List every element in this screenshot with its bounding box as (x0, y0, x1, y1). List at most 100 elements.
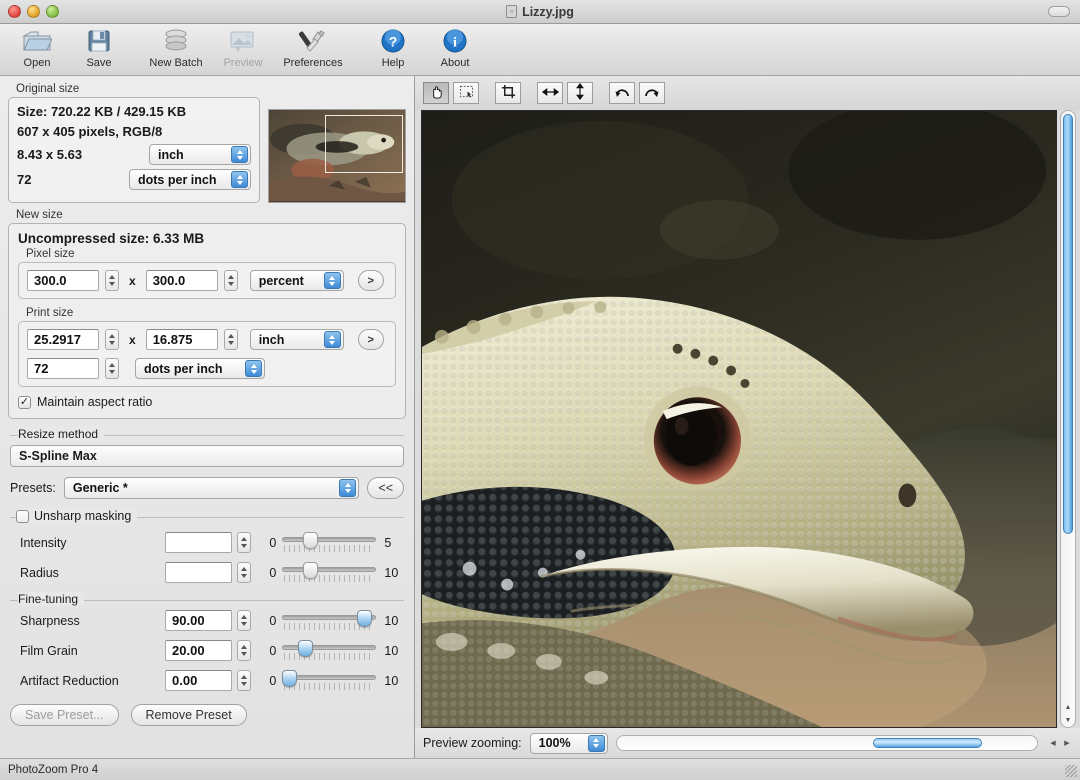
print-size-unit-select[interactable]: inch (250, 329, 344, 350)
film-grain-stepper[interactable] (237, 640, 251, 661)
rotate-right-tool-button[interactable] (639, 82, 665, 104)
original-resolution-unit-select[interactable]: dots per inch (129, 169, 251, 190)
slider-ticks (284, 545, 374, 552)
slider-track (282, 537, 376, 542)
preview-image-canvas[interactable] (421, 110, 1057, 728)
preview-horizontal-scrollbar[interactable] (616, 735, 1038, 751)
fit-height-tool-button[interactable] (567, 82, 593, 104)
print-height-stepper[interactable] (224, 329, 238, 350)
print-resolution-stepper[interactable] (105, 358, 119, 379)
slider-knob[interactable] (298, 640, 313, 657)
scroll-up-button[interactable]: ▲ (1061, 701, 1075, 714)
scroll-right-button[interactable]: ▶ (1060, 735, 1074, 751)
film-grain-row: Film Grain 20.00 0 10 (8, 636, 406, 666)
unsharp-radius-stepper[interactable] (237, 562, 251, 583)
hand-tool-button[interactable] (423, 82, 449, 104)
pixel-size-unit-select[interactable]: percent (250, 270, 344, 291)
film-grain-max: 10 (384, 644, 406, 658)
chevron-updown-icon (339, 479, 356, 497)
crop-tool-button[interactable] (495, 82, 521, 104)
scroll-left-button[interactable]: ◀ (1046, 735, 1060, 751)
slider-knob[interactable] (282, 670, 297, 687)
marquee-tool-button[interactable] (453, 82, 479, 104)
zoom-button[interactable] (46, 5, 59, 18)
toolbar-button-new-batch[interactable]: New Batch (140, 24, 212, 74)
fine-tuning-label: Fine-tuning (18, 592, 84, 606)
print-width-input[interactable]: 25.2917 (27, 329, 99, 350)
unsharp-radius-input[interactable] (165, 562, 232, 583)
slider-knob[interactable] (357, 610, 372, 627)
sharpness-stepper[interactable] (237, 610, 251, 631)
print-resolution-unit-select[interactable]: dots per inch (135, 358, 265, 379)
presets-select[interactable]: Generic * (64, 477, 360, 499)
artifact-reduction-label: Artifact Reduction (8, 674, 165, 688)
sharpness-min: 0 (261, 614, 277, 628)
unsharp-masking-checkbox[interactable] (16, 510, 29, 523)
resize-grip-icon[interactable] (1065, 765, 1077, 777)
fine-tuning-group: Fine-tuning (8, 592, 406, 606)
pixel-width-input[interactable]: 300.0 (27, 270, 99, 291)
title-center: ▫ Lizzy.jpg (0, 0, 1080, 23)
save-preset-button[interactable]: Save Preset... (10, 704, 119, 726)
titlebar-toolbar-toggle[interactable] (1048, 6, 1070, 17)
print-resolution-input[interactable]: 72 (27, 358, 99, 379)
pixel-height-input[interactable]: 300.0 (146, 270, 218, 291)
unsharp-intensity-slider[interactable] (282, 532, 376, 554)
toolbar-button-about[interactable]: i About (424, 24, 486, 74)
pixel-height-stepper[interactable] (224, 270, 238, 291)
pixel-size-expand-button[interactable]: > (358, 270, 384, 291)
artifact-reduction-stepper[interactable] (237, 670, 251, 691)
rotate-left-icon (614, 85, 630, 101)
toolbar-button-preferences[interactable]: Preferences (274, 24, 352, 74)
navigator-thumbnail[interactable] (268, 109, 406, 203)
film-grain-slider[interactable] (282, 640, 376, 662)
slider-track (282, 567, 376, 572)
pixel-width-stepper[interactable] (105, 270, 119, 291)
close-button[interactable] (8, 5, 21, 18)
print-height-input[interactable]: 16.875 (146, 329, 218, 350)
film-grain-input[interactable]: 20.00 (165, 640, 232, 661)
sharpness-input[interactable]: 90.00 (165, 610, 232, 631)
maintain-aspect-ratio-checkbox[interactable]: ✓ (18, 396, 31, 409)
status-bar: PhotoZoom Pro 4 (0, 758, 1080, 780)
toolbar-button-help[interactable]: ? Help (362, 24, 424, 74)
unsharp-radius-slider[interactable] (282, 562, 376, 584)
main-toolbar: Open Save New Batch (0, 24, 1080, 76)
remove-preset-button[interactable]: Remove Preset (131, 704, 247, 726)
artifact-reduction-input[interactable]: 0.00 (165, 670, 232, 691)
print-size-unit-value: inch (259, 333, 285, 347)
navigator-selection-rect[interactable] (325, 115, 403, 173)
slider-knob[interactable] (303, 532, 318, 549)
open-folder-icon (22, 26, 52, 56)
horizontal-scroll-thumb[interactable] (873, 738, 982, 748)
sharpness-slider[interactable] (282, 610, 376, 632)
scroll-down-button[interactable]: ▼ (1061, 714, 1075, 727)
artifact-reduction-slider[interactable] (282, 670, 376, 692)
resize-method-select[interactable]: S-Spline Max (10, 445, 404, 467)
vertical-scroll-thumb[interactable] (1063, 114, 1073, 534)
toolbar-button-preview[interactable]: Preview (212, 24, 274, 74)
print-size-label: Print size (26, 307, 396, 319)
original-unit-select[interactable]: inch (149, 144, 251, 165)
print-width-stepper[interactable] (105, 329, 119, 350)
chevron-updown-icon (588, 735, 605, 752)
preview-vertical-scrollbar[interactable]: ▲ ▼ (1060, 110, 1076, 728)
unsharp-intensity-input[interactable] (165, 532, 232, 553)
presets-collapse-button[interactable]: << (367, 477, 404, 499)
presets-value: Generic * (73, 481, 128, 495)
unsharp-radius-max: 10 (384, 566, 406, 580)
settings-panel: Original size Size: 720.22 KB / 429.15 K… (0, 76, 415, 758)
slider-knob[interactable] (303, 562, 318, 579)
toolbar-button-save[interactable]: Save (68, 24, 130, 74)
minimize-button[interactable] (27, 5, 40, 18)
unsharp-intensity-stepper[interactable] (237, 532, 251, 553)
document-proxy-icon: ▫ (506, 5, 517, 18)
chevron-updown-icon (324, 272, 341, 289)
fit-width-tool-button[interactable] (537, 82, 563, 104)
unsharp-masking-group: Unsharp masking (8, 509, 406, 526)
preview-zoom-select[interactable]: 100% (530, 733, 608, 754)
print-size-expand-button[interactable]: > (358, 329, 384, 350)
rotate-left-tool-button[interactable] (609, 82, 635, 104)
maintain-aspect-ratio-row[interactable]: ✓ Maintain aspect ratio (18, 395, 396, 409)
toolbar-button-open[interactable]: Open (6, 24, 68, 74)
